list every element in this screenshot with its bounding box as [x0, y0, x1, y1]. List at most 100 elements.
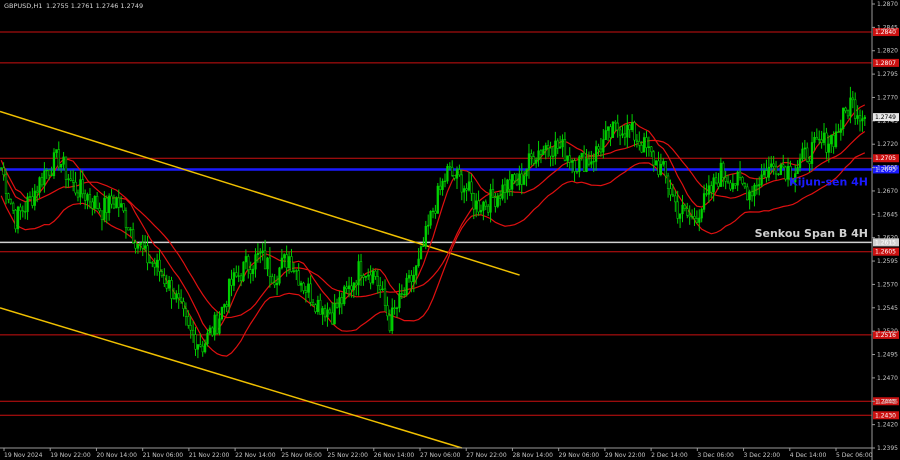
candle-body [429, 210, 432, 226]
candle-body [784, 166, 787, 180]
candle-body [446, 166, 449, 182]
candle-body [465, 188, 468, 191]
candle-body [460, 174, 463, 193]
candle-body [674, 195, 677, 203]
candle-body [746, 186, 749, 201]
candle-body [131, 229, 135, 243]
candle-body [333, 303, 336, 325]
candle-body [273, 282, 276, 286]
candle-body [328, 309, 331, 314]
candle-body [266, 257, 269, 270]
candle-body [642, 137, 646, 153]
candle-body [93, 195, 96, 209]
candle-body [738, 171, 742, 178]
x-tick-label: 4 Dec 14:00 [790, 452, 827, 459]
x-tick-label: 21 Nov 06:00 [143, 452, 184, 459]
candle-body [263, 250, 267, 270]
candle-body [403, 293, 406, 296]
candle-body [796, 167, 799, 174]
candle-body [297, 270, 300, 286]
candle-body [254, 254, 257, 270]
candle-body [640, 144, 643, 153]
candle-body [494, 197, 497, 207]
candle-body [230, 278, 233, 286]
candle-body [388, 315, 391, 331]
candle-body [398, 293, 401, 309]
candle-body [153, 263, 156, 268]
candle-body [582, 152, 586, 172]
candle-body [690, 216, 694, 218]
candle-body [72, 180, 75, 183]
candle-body [379, 285, 382, 291]
candle-body [311, 301, 315, 306]
candle-body [69, 178, 72, 181]
y-tick-label: 1.2570 [877, 281, 898, 288]
candle-body [242, 261, 245, 282]
candle-body [383, 288, 387, 306]
candle-body [760, 174, 763, 185]
candle-body [542, 149, 545, 156]
candle-body [225, 304, 228, 307]
candle-body [24, 211, 27, 213]
candle-body [758, 184, 761, 187]
candle-body [532, 156, 535, 164]
candle-body [191, 329, 195, 335]
candle-body [861, 118, 864, 122]
candle-body [570, 160, 574, 163]
candle-body [213, 314, 216, 336]
candle-body [319, 299, 322, 315]
candle-body [688, 214, 691, 218]
candle-body [43, 170, 46, 186]
candle-body [520, 173, 523, 185]
candle-body [683, 204, 687, 209]
candle-body [580, 152, 583, 158]
candle-body [196, 344, 200, 350]
candle-body [419, 246, 423, 260]
candle-body [734, 183, 737, 186]
candle-body [837, 131, 840, 133]
candle-body [259, 252, 262, 254]
candle-body [364, 275, 367, 278]
candle-body [830, 134, 833, 145]
candle-body [208, 327, 212, 334]
candle-body [141, 242, 144, 249]
candle-body [122, 203, 125, 212]
candle-body [729, 182, 732, 190]
candle-body [556, 140, 559, 149]
candle-body [726, 180, 730, 184]
y-tick-label: 1.2620 [877, 235, 898, 242]
candle-body [707, 185, 711, 195]
candle-body [40, 177, 44, 186]
candle-body [782, 164, 785, 168]
candle-body [16, 206, 20, 230]
candle-body [247, 256, 250, 270]
candle-body [810, 142, 814, 164]
price-chart: 1.28401.28071.27051.26931.26151.26051.25… [0, 0, 899, 460]
candle-body [316, 299, 319, 312]
candle-body [499, 195, 502, 199]
candle-body [614, 121, 617, 124]
candle-body [448, 166, 451, 168]
x-tick-label: 28 Nov 14:00 [512, 452, 553, 459]
candle-body [741, 177, 744, 184]
candle-body [537, 150, 540, 161]
candle-body [31, 196, 34, 206]
candle-body [88, 194, 92, 203]
candle-body [503, 184, 507, 193]
candle-body [851, 97, 854, 101]
candle-body [633, 122, 636, 141]
candle-body [9, 198, 12, 204]
candle-body [714, 177, 718, 184]
level-price-label: 1.2807 [875, 60, 896, 67]
candle-body [199, 344, 202, 347]
x-tick-label: 26 Nov 14:00 [374, 452, 415, 459]
candle-body [597, 146, 600, 150]
candle-body [856, 115, 859, 119]
candle-body [359, 261, 363, 276]
candle-body [170, 279, 173, 299]
candle-body [863, 116, 866, 119]
candle-body [573, 160, 576, 172]
candle-body [479, 210, 483, 213]
candle-body [834, 131, 838, 147]
candle-body [849, 97, 852, 117]
